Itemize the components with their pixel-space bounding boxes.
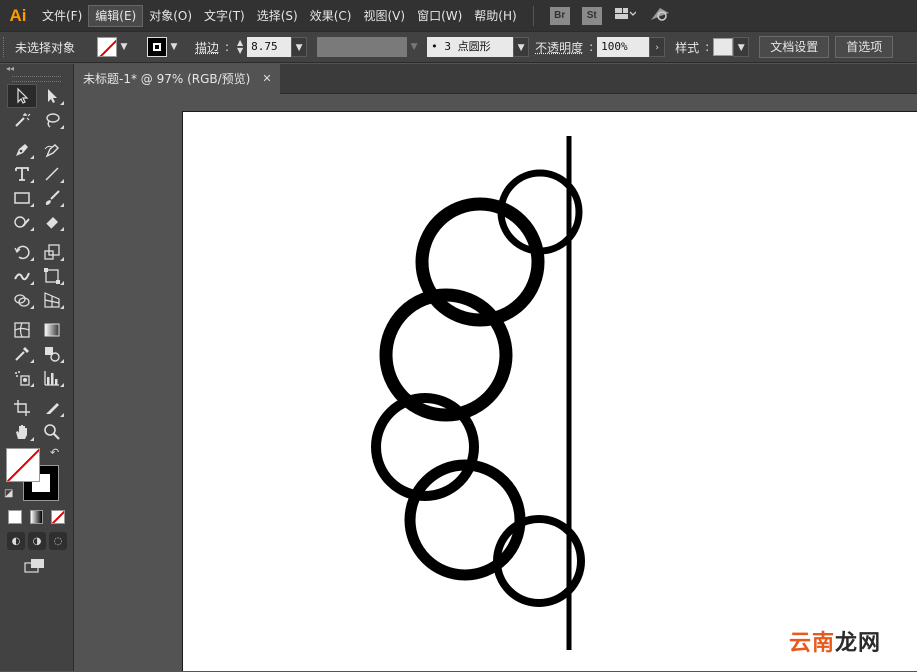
slice-tool-icon[interactable]: [37, 396, 67, 420]
brush-dot-icon: •: [431, 40, 438, 53]
mesh-tool-icon[interactable]: [7, 318, 37, 342]
gradient-mode-button[interactable]: [29, 510, 44, 524]
shaper-tool-icon[interactable]: [7, 210, 37, 234]
paintbrush-tool-icon[interactable]: [37, 186, 67, 210]
preferences-button[interactable]: 首选项: [835, 36, 894, 58]
gpu-performance-icon[interactable]: [648, 5, 672, 27]
stroke-weight-dropdown[interactable]: ▼: [291, 37, 308, 57]
graphic-style-dropdown[interactable]: ▼: [733, 37, 750, 57]
width-tool-icon[interactable]: [7, 264, 37, 288]
menu-edit[interactable]: 编辑(E): [88, 4, 144, 27]
color-mode-button[interactable]: [8, 510, 22, 524]
direct-selection-tool-icon[interactable]: [37, 84, 67, 108]
colon-text: :: [225, 40, 230, 54]
watermark-part-2: 龙网: [834, 631, 881, 656]
canvas-area[interactable]: 云南龙网: [75, 95, 917, 671]
fill-stroke-widget: ↶ ◪: [4, 446, 73, 506]
gradient-tool-icon[interactable]: [37, 318, 67, 342]
brush-definition-dropdown[interactable]: ▼: [513, 37, 530, 57]
scale-tool-icon[interactable]: [37, 240, 67, 264]
eraser-tool-icon[interactable]: [37, 210, 67, 234]
control-bar-grip[interactable]: [3, 37, 9, 57]
tools-panel-grip[interactable]: [12, 76, 61, 82]
brush-definition-field[interactable]: • 3 点圆形: [427, 37, 514, 57]
artwork[interactable]: [183, 112, 917, 672]
default-fill-stroke-icon[interactable]: ◪: [4, 488, 13, 499]
hand-tool-icon[interactable]: [7, 420, 37, 444]
swap-fill-stroke-icon[interactable]: ↶: [50, 446, 59, 459]
watermark-part-1: 云南: [788, 631, 835, 656]
menu-type[interactable]: 文字(T): [198, 5, 251, 27]
stroke-weight-spinner[interactable]: ▲ ▼: [233, 39, 247, 55]
control-bar: 未选择对象 ▼ ▼ 描边 : ▲▼ 8.75 p ▼ ▼ • 3 点圆形 ▼ 不…: [0, 31, 917, 73]
close-icon[interactable]: ✕: [262, 64, 271, 94]
watermark-logo: 云南龙网: [789, 625, 881, 657]
fill-swatch[interactable]: [97, 37, 118, 57]
selection-tool-icon[interactable]: [7, 84, 37, 108]
eyedropper-tool-icon[interactable]: [7, 342, 37, 366]
brush-label: 3 点圆形: [444, 40, 491, 53]
menu-effect[interactable]: 效果(C): [304, 5, 358, 27]
pen-tool-icon[interactable]: [7, 138, 37, 162]
lasso-tool-icon[interactable]: [37, 108, 67, 132]
graphic-style-swatch[interactable]: [713, 38, 734, 56]
document-tab[interactable]: 未标题-1* @ 97% (RGB/预览) ✕: [75, 64, 280, 94]
fill-color-box[interactable]: [6, 448, 40, 482]
chevron-down-icon[interactable]: ▼: [167, 42, 181, 52]
symbol-sprayer-tool-icon[interactable]: [7, 366, 37, 390]
draw-behind-icon[interactable]: ◑: [28, 532, 46, 550]
chevron-down-icon[interactable]: ▼: [407, 42, 421, 52]
menu-divider: [532, 5, 534, 26]
app-logo: Ai: [9, 5, 27, 25]
menu-window[interactable]: 窗口(W): [411, 5, 468, 27]
menu-file[interactable]: 文件(F): [36, 5, 88, 27]
shape-builder-tool-icon[interactable]: [7, 288, 37, 312]
type-tool-icon[interactable]: [7, 162, 37, 186]
workspace-switcher-icon[interactable]: [614, 7, 637, 25]
document-tab-title: 未标题-1* @ 97% (RGB/预览): [83, 72, 251, 86]
variable-width-profile[interactable]: [317, 37, 408, 57]
free-transform-tool-icon[interactable]: [37, 264, 67, 288]
menu-object[interactable]: 对象(O): [143, 5, 198, 27]
stroke-swatch-inner: [153, 43, 162, 51]
draw-inside-icon[interactable]: ◌: [49, 532, 67, 550]
chevron-down-icon[interactable]: ▼: [237, 47, 243, 55]
stock-button[interactable]: St: [581, 6, 602, 25]
style-label: 样式: [675, 40, 700, 55]
document-tab-bar: 未标题-1* @ 97% (RGB/预览) ✕: [75, 64, 917, 94]
line-segment-tool-icon[interactable]: [37, 162, 67, 186]
colon-text: :: [705, 40, 710, 54]
colon-text: :: [589, 40, 594, 54]
bridge-button[interactable]: Br: [549, 6, 570, 25]
stroke-weight-input[interactable]: 8.75 p: [247, 37, 292, 73]
document-setup-button[interactable]: 文档设置: [759, 36, 830, 58]
chevron-down-icon[interactable]: ▼: [117, 42, 131, 52]
opacity-input[interactable]: 100%: [597, 37, 650, 57]
draw-normal-icon[interactable]: ◐: [7, 532, 25, 550]
menu-help[interactable]: 帮助(H): [468, 5, 522, 27]
none-mode-button[interactable]: [51, 510, 66, 524]
artboard-tool-icon[interactable]: [7, 396, 37, 420]
column-graph-tool-icon[interactable]: [37, 366, 67, 390]
rotate-tool-icon[interactable]: [7, 240, 37, 264]
perspective-grid-tool-icon[interactable]: [37, 288, 67, 312]
opacity-slider-button[interactable]: ›: [649, 37, 666, 57]
opacity-label[interactable]: 不透明度: [535, 39, 583, 56]
menu-select[interactable]: 选择(S): [251, 5, 304, 27]
selection-status: 未选择对象: [15, 40, 76, 55]
zoom-tool-icon[interactable]: [37, 420, 67, 444]
artboard[interactable]: 云南龙网: [182, 111, 917, 671]
tools-panel: ◂◂ ↶ ◪ ◐ ◑ ◌: [0, 64, 74, 671]
screen-mode-icon[interactable]: [24, 558, 73, 578]
blend-tool-icon[interactable]: [37, 342, 67, 366]
magic-wand-tool-icon[interactable]: [7, 108, 37, 132]
stroke-label[interactable]: 描边: [195, 39, 219, 56]
rectangle-tool-icon[interactable]: [7, 186, 37, 210]
menu-bar: Ai 文件(F) 编辑(E) 对象(O) 文字(T) 选择(S) 效果(C) 视…: [0, 0, 917, 31]
curvature-tool-icon[interactable]: [37, 138, 67, 162]
stroke-swatch[interactable]: [147, 37, 168, 57]
collapse-panel-icon[interactable]: ◂◂: [0, 64, 73, 74]
menu-view[interactable]: 视图(V): [357, 5, 411, 27]
